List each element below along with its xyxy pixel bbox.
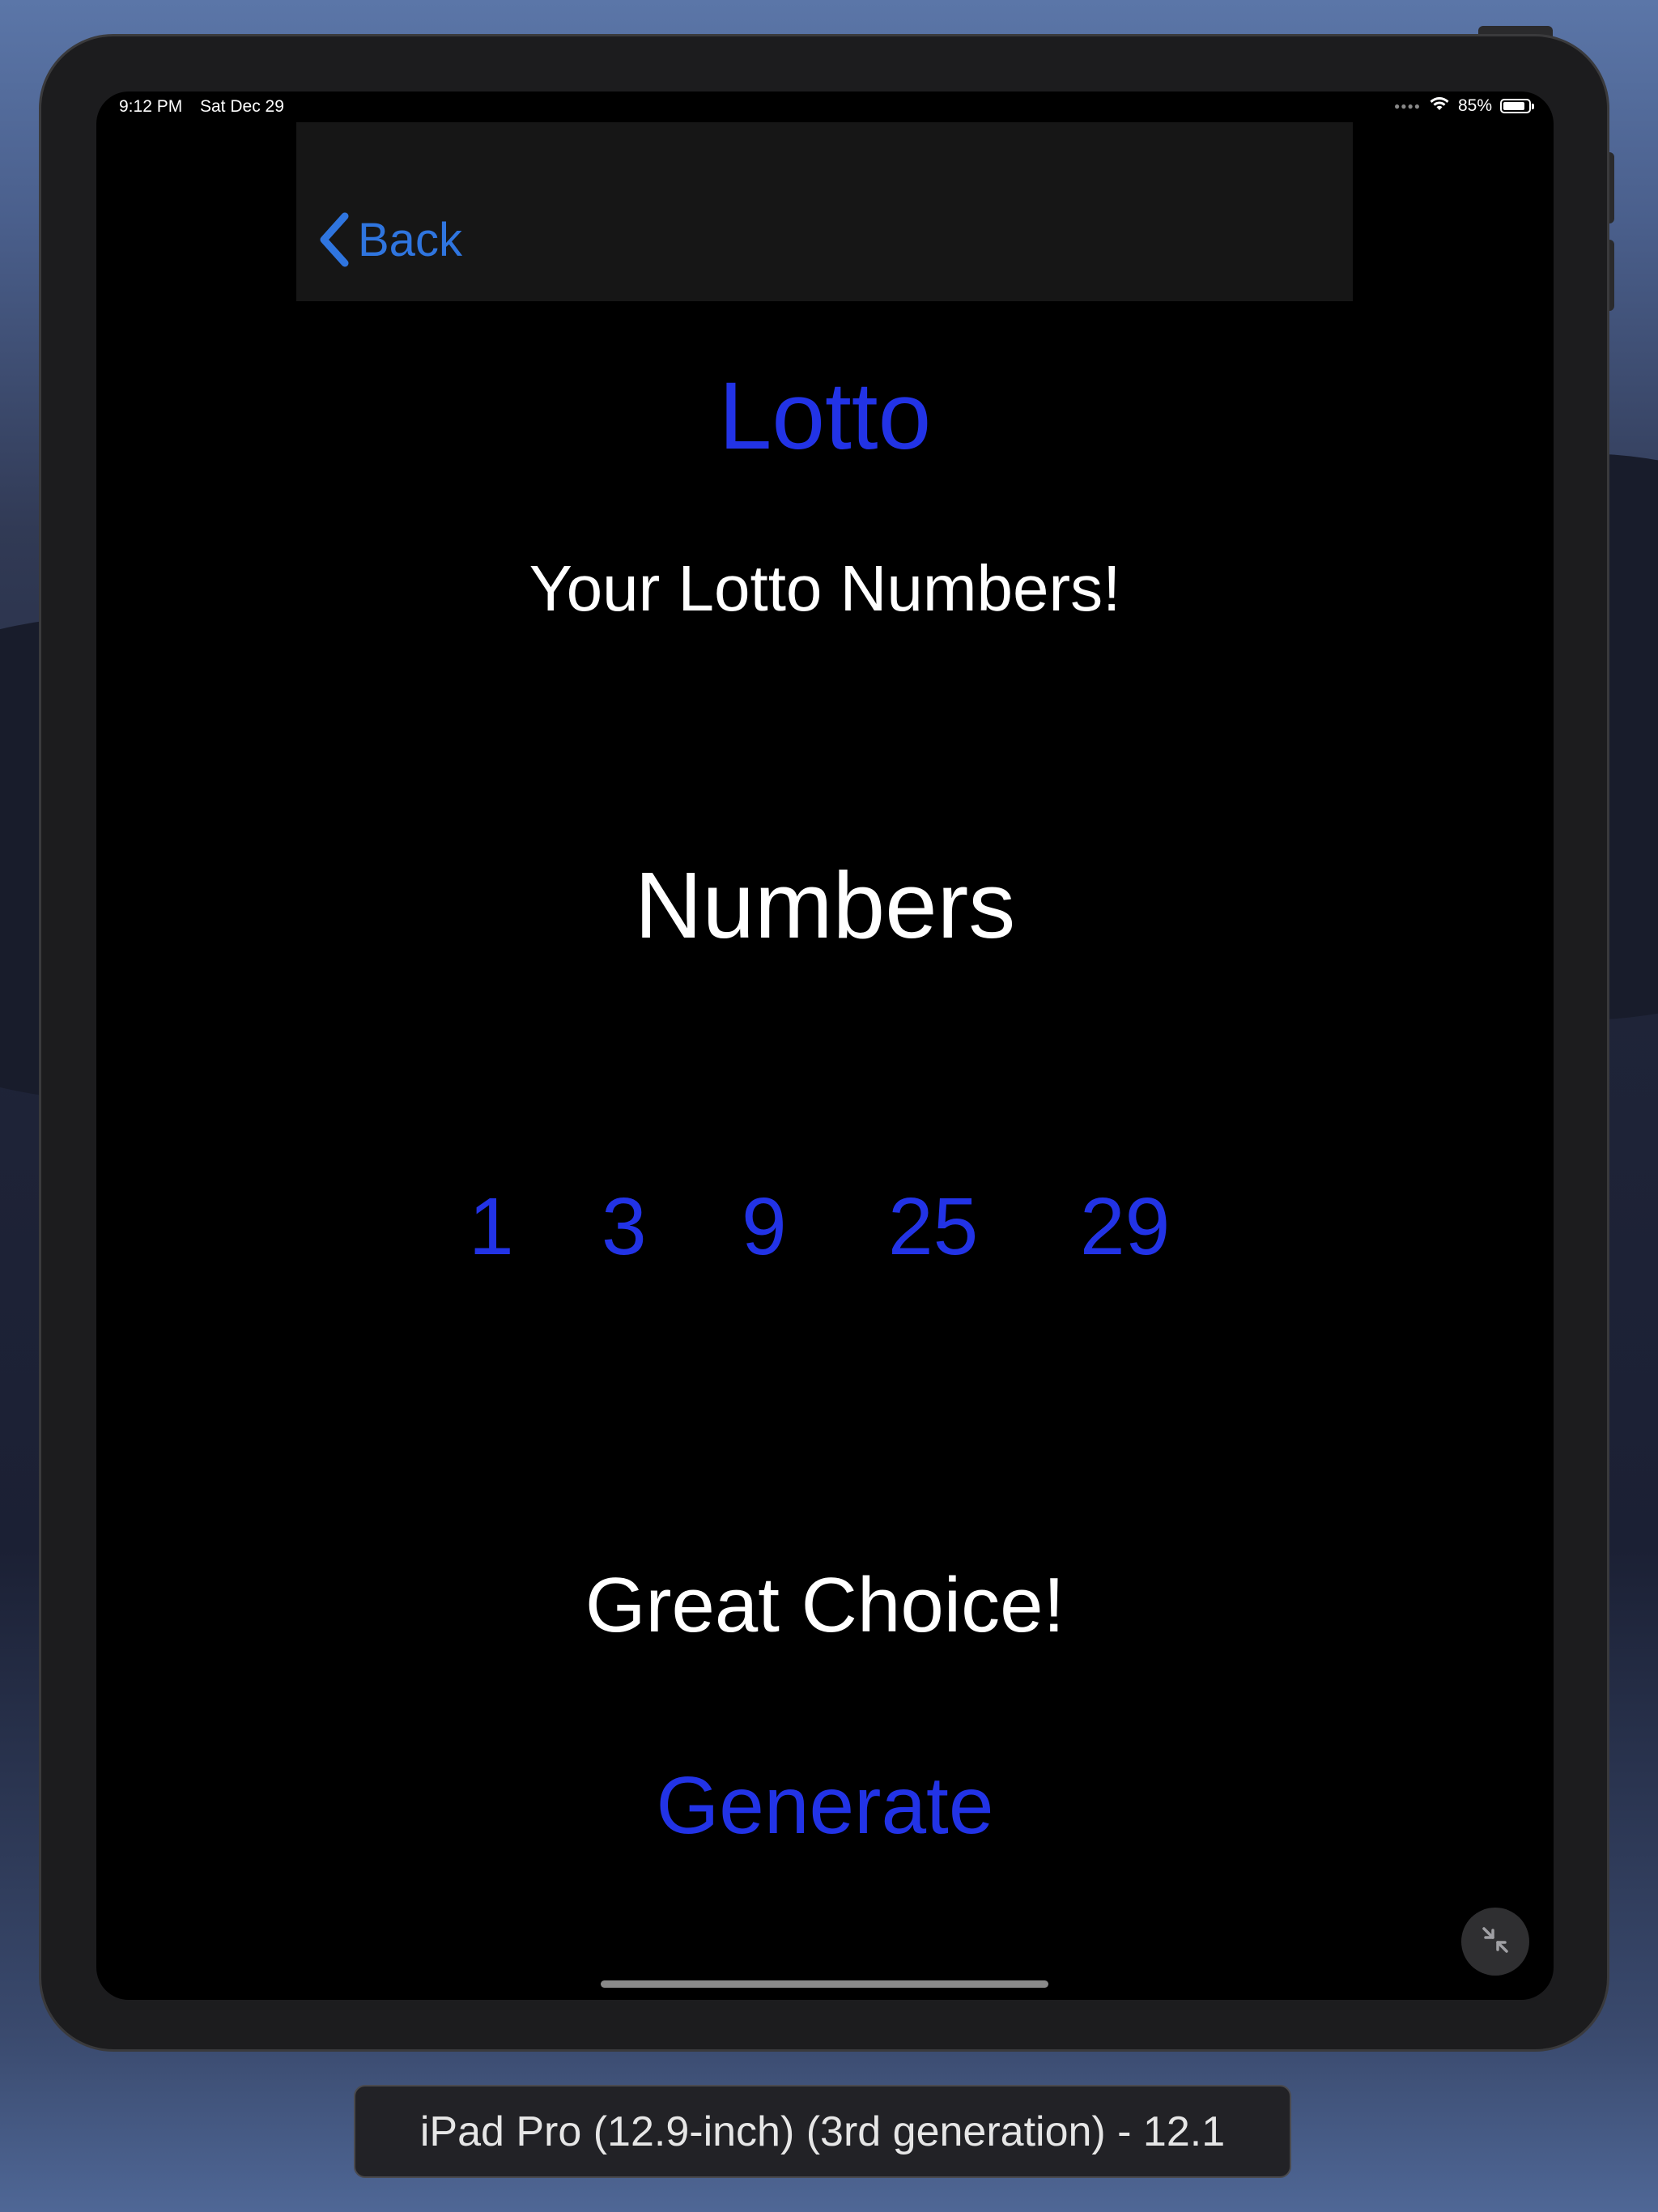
wifi-icon [1429, 96, 1450, 117]
lotto-number: 3 [602, 1181, 647, 1272]
result-message: Great Choice! [585, 1562, 1065, 1648]
lotto-number: 1 [469, 1181, 514, 1272]
device-screen: 9:12 PM Sat Dec 29 ●●●● 85% Back Lotto Y… [96, 91, 1554, 2000]
lotto-number: 25 [888, 1181, 979, 1272]
battery-level-fill [1503, 102, 1524, 110]
desktop-background: 9:12 PM Sat Dec 29 ●●●● 85% Back Lotto Y… [0, 0, 1658, 2212]
generate-button[interactable]: Generate [96, 1759, 1554, 1853]
page-title: Lotto [718, 363, 932, 470]
status-indicators: ●●●● 85% [1393, 96, 1534, 117]
back-label: Back [358, 213, 462, 266]
minimize-button[interactable] [1461, 1908, 1529, 1976]
chevron-left-icon [317, 211, 350, 268]
lotto-number: 29 [1080, 1181, 1171, 1272]
status-bar: 9:12 PM Sat Dec 29 ●●●● 85% [96, 91, 1554, 121]
back-button[interactable]: Back [317, 209, 462, 270]
simulator-device-label: iPad Pro (12.9-inch) (3rd generation) - … [354, 2085, 1291, 2178]
home-indicator[interactable] [601, 1980, 1048, 1988]
status-time: 9:12 PM [119, 97, 183, 116]
lotto-number: 9 [742, 1181, 787, 1272]
battery-percentage: 85% [1457, 96, 1492, 115]
battery-icon [1500, 99, 1534, 113]
subtitle-label: Your Lotto Numbers! [529, 552, 1121, 624]
numbers-heading: Numbers [634, 853, 1016, 958]
signal-dots-icon: ●●●● [1393, 100, 1421, 112]
minimize-arrows-icon [1479, 1924, 1511, 1960]
navigation-bar: Back [296, 122, 1353, 301]
status-date: Sat Dec 29 [200, 97, 284, 116]
